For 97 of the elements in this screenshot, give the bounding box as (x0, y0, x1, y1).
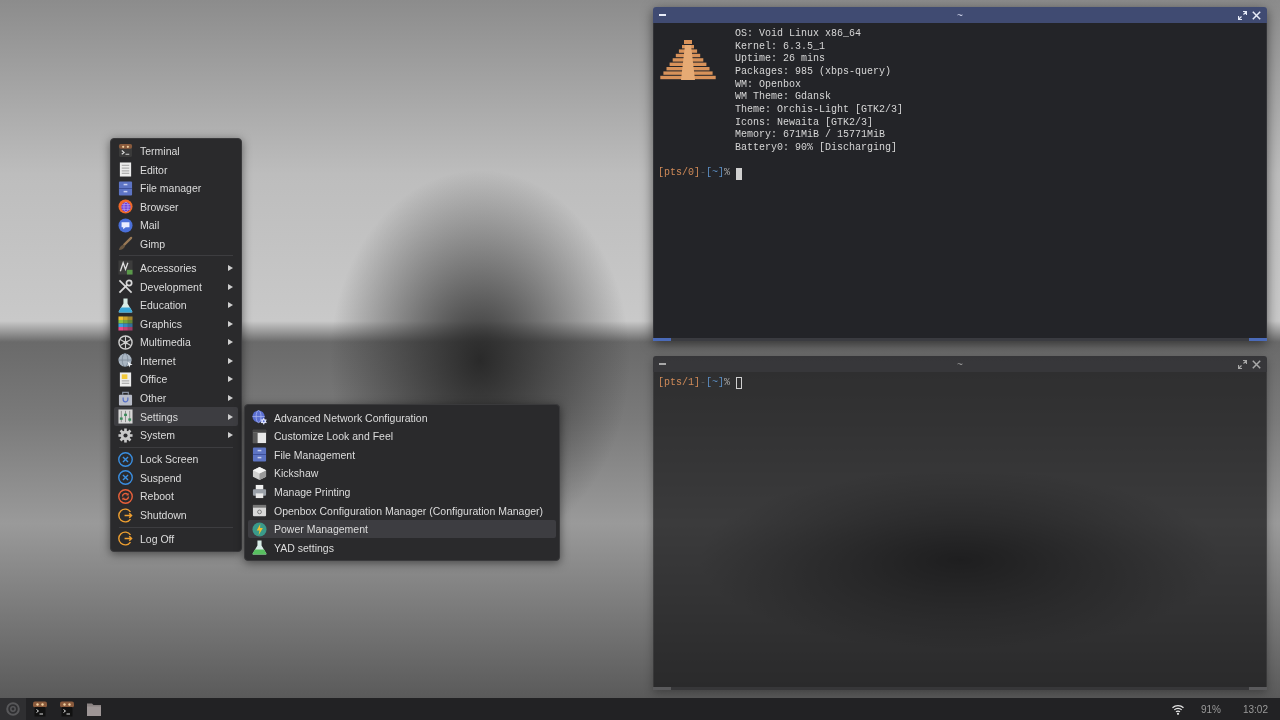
menu-item[interactable]: File manager (114, 178, 238, 198)
globe-gear-icon (252, 410, 267, 426)
globe-icon (118, 199, 133, 215)
menu-item[interactable]: Browser (114, 197, 238, 217)
circle-x-icon (118, 470, 133, 486)
output-line: OS: Void Linux x86_64 (735, 28, 862, 41)
menu-item[interactable]: Education (114, 295, 238, 315)
menu-item[interactable]: Other (114, 388, 238, 408)
document-icon (118, 372, 133, 387)
exit-icon (118, 531, 133, 547)
reel-icon (118, 334, 133, 350)
caret-icon (228, 302, 233, 309)
zigzag-icon (118, 260, 133, 276)
menu-item[interactable]: Settings (114, 407, 238, 426)
terminal-icon[interactable] (32, 701, 48, 717)
output-line: Battery0: 90% [Discharging] (735, 141, 898, 155)
gear-icon (118, 427, 133, 443)
caret-icon (228, 413, 233, 420)
terminal-icon[interactable] (59, 701, 75, 717)
menu-item[interactable]: Lock Screen (114, 449, 238, 469)
resize-handle[interactable] (1249, 687, 1267, 690)
refresh-icon (118, 488, 133, 504)
battery-level: 91% (1200, 703, 1221, 715)
swatch-grid-icon (118, 316, 133, 332)
menu-item[interactable]: Customize Look and Feel (248, 426, 557, 446)
output-line: Theme: Orchis-Light [GTK2/3] (735, 103, 904, 117)
cabinet-icon (118, 180, 133, 196)
output-line: Icons: Newaita [GTK2/3] (735, 116, 874, 129)
resize-handle[interactable] (653, 338, 671, 341)
wifi-icon[interactable] (1171, 703, 1184, 715)
window-icon (252, 503, 267, 519)
caret-icon (228, 395, 233, 402)
menu-item[interactable]: Power Management (248, 519, 557, 539)
shell-prompt: [pts/1]-[~]% (658, 377, 731, 390)
caret-icon (228, 264, 233, 271)
menu-item[interactable]: Suspend (114, 468, 238, 488)
caret-icon (228, 320, 233, 327)
sliders-icon (118, 409, 133, 425)
menu-item[interactable]: YAD settings (248, 538, 557, 558)
menu-item[interactable]: Manage Printing (248, 482, 557, 502)
bag-icon (118, 390, 133, 406)
document-icon (118, 162, 133, 178)
output-line: Packages: 985 (xbps-query) (735, 65, 892, 79)
clock: 13:02 (1242, 703, 1268, 715)
cube-icon (252, 465, 267, 481)
menu-item[interactable]: Shutdown (114, 505, 238, 525)
menu-item[interactable]: Mail (114, 216, 238, 235)
caret-icon (228, 283, 233, 290)
output-line: WM Theme: Gdansk (735, 91, 831, 104)
chat-bubble-icon (118, 217, 133, 233)
tools-icon (118, 279, 133, 294)
output-line: Memory: 671MiB / 15771MiB (735, 129, 886, 142)
menu-item[interactable]: Kickshaw (248, 464, 557, 483)
menu-item[interactable]: Accessories (114, 258, 238, 278)
menu-item[interactable]: Openbox Configuration Manager (Configuration Manager) (248, 501, 557, 520)
pyramid-icon (660, 40, 716, 80)
flask-icon (252, 540, 267, 556)
caret-icon (228, 339, 233, 346)
menu-item[interactable]: Multimedia (114, 333, 238, 352)
menu-item[interactable]: System (114, 425, 238, 445)
menu-item[interactable]: Terminal (114, 141, 238, 161)
output-line: Kernel: 6.3.5_1 (735, 40, 825, 53)
menu-item[interactable]: Graphics (114, 314, 238, 333)
resize-handle[interactable] (653, 687, 671, 690)
printer-icon (252, 484, 267, 500)
flask-icon (118, 297, 133, 313)
output-line: Uptime: 26 mins (735, 53, 825, 66)
menu-item[interactable]: Advanced Network Configuration (248, 408, 557, 427)
window-title: ~ (957, 9, 963, 21)
expand-icon[interactable] (1238, 359, 1247, 369)
lightning-icon (252, 521, 267, 537)
caret-icon (228, 432, 233, 439)
window-icon (252, 428, 267, 444)
start-button[interactable] (0, 698, 26, 720)
close-icon[interactable] (1252, 359, 1261, 369)
menu-item[interactable]: File Management (248, 445, 557, 465)
output-line: WM: Openbox (735, 78, 801, 91)
folder-icon[interactable] (86, 701, 102, 717)
caret-icon (228, 357, 233, 364)
cabinet-icon (252, 447, 267, 463)
menu-item[interactable]: Reboot (114, 487, 238, 506)
globe-icon (118, 353, 133, 369)
shell-prompt: [pts/0]-[~]% (658, 167, 731, 180)
menu-item[interactable]: Log Off (114, 529, 238, 549)
menu-item[interactable]: Internet (114, 351, 238, 371)
brush-icon (118, 236, 133, 252)
resize-handle[interactable] (1249, 338, 1267, 341)
menu-item[interactable]: Gimp (114, 234, 238, 254)
menu-item[interactable]: Editor (114, 160, 238, 179)
caret-icon (228, 376, 233, 383)
window-title: ~ (957, 358, 963, 370)
menu-item[interactable]: Office (114, 370, 238, 389)
exit-icon (118, 507, 133, 523)
ring-icon (6, 702, 20, 716)
menu-item[interactable]: Development (114, 277, 238, 296)
terminal-icon (118, 143, 133, 159)
circle-x-icon (118, 451, 133, 467)
